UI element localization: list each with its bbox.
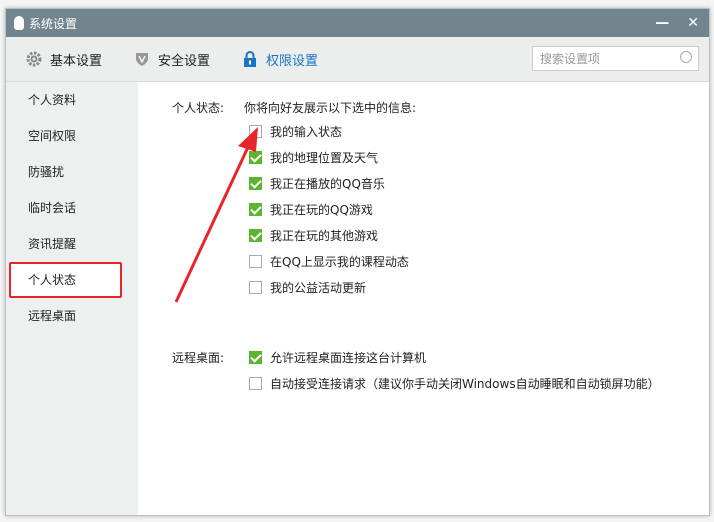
sidebar: 个人资料 空间权限 防骚扰 临时会话 资讯提醒 个人状态 远程桌面 — [6, 82, 138, 515]
gear-icon — [26, 51, 42, 67]
window-title: 系统设置 — [29, 16, 78, 31]
checkbox-option[interactable]: 我的地理位置及天气 — [249, 149, 378, 166]
shield-icon — [134, 51, 150, 67]
tab-basic-settings[interactable]: 基本设置 — [26, 50, 102, 69]
checkbox-option[interactable]: 我正在播放的QQ音乐 — [249, 175, 385, 192]
checkbox-option[interactable]: 我的公益活动更新 — [249, 279, 366, 296]
checkbox-checked-icon[interactable] — [249, 151, 262, 164]
lock-icon — [242, 51, 258, 67]
search-icon[interactable] — [680, 51, 692, 63]
tab-label: 权限设置 — [266, 53, 319, 69]
checkbox-label: 我的输入状态 — [270, 125, 343, 139]
settings-window: 系统设置 — ✕ 基本设置 安全设置 权限设置 搜索设置项 个人资料 空间权限 … — [5, 8, 710, 516]
checkbox-label: 自动接受连接请求（建议你手动关闭Windows自动睡眠和自动锁屏功能） — [270, 377, 660, 391]
tab-security-settings[interactable]: 安全设置 — [134, 50, 210, 69]
tab-label: 基本设置 — [50, 53, 103, 69]
close-button[interactable]: ✕ — [687, 15, 699, 31]
sidebar-item-profile[interactable]: 个人资料 — [6, 82, 138, 118]
checkbox-option[interactable]: 我正在玩的其他游戏 — [249, 227, 378, 244]
title-bar: 系统设置 — ✕ — [6, 9, 709, 37]
checkbox-option[interactable]: 允许远程桌面连接这台计算机 — [249, 349, 426, 366]
checkbox-unchecked-icon[interactable] — [249, 125, 262, 138]
minimize-button[interactable]: — — [655, 15, 669, 31]
checkbox-unchecked-icon[interactable] — [249, 377, 262, 390]
checkbox-label: 我正在播放的QQ音乐 — [270, 177, 385, 191]
checkbox-option[interactable]: 在QQ上显示我的课程动态 — [249, 253, 409, 270]
checkbox-checked-icon[interactable] — [249, 351, 262, 364]
qq-logo-icon — [14, 16, 24, 30]
sidebar-item-space-permission[interactable]: 空间权限 — [6, 118, 138, 154]
status-intro: 你将向好友展示以下选中的信息: — [244, 101, 417, 115]
checkbox-checked-icon[interactable] — [249, 177, 262, 190]
checkbox-label: 允许远程桌面连接这台计算机 — [270, 351, 427, 365]
checkbox-label: 我正在玩的QQ游戏 — [270, 203, 373, 217]
content-panel: 个人状态: 你将向好友展示以下选中的信息: 我的输入状态我的地理位置及天气 我正在… — [138, 82, 709, 515]
checkbox-unchecked-icon[interactable] — [249, 255, 262, 268]
checkbox-label: 我的地理位置及天气 — [270, 151, 379, 165]
checkbox-label: 我的公益活动更新 — [270, 281, 367, 295]
tab-label: 安全设置 — [158, 53, 211, 69]
remote-section-label: 远程桌面: — [172, 351, 225, 365]
tab-permission-settings[interactable]: 权限设置 — [242, 50, 318, 69]
sidebar-item-anti-harassment[interactable]: 防骚扰 — [6, 154, 138, 190]
sidebar-item-news-alert[interactable]: 资讯提醒 — [6, 226, 138, 262]
search-input[interactable]: 搜索设置项 — [532, 46, 699, 71]
checkbox-checked-icon[interactable] — [249, 229, 262, 242]
toolbar: 基本设置 安全设置 权限设置 搜索设置项 — [6, 37, 709, 82]
sidebar-item-remote-desktop[interactable]: 远程桌面 — [6, 298, 138, 334]
status-section-label: 个人状态: — [172, 101, 225, 115]
checkbox-option[interactable]: 我正在玩的QQ游戏 — [249, 201, 373, 218]
search-placeholder: 搜索设置项 — [540, 52, 601, 66]
checkbox-label: 在QQ上显示我的课程动态 — [270, 255, 409, 269]
checkbox-unchecked-icon[interactable] — [249, 281, 262, 294]
checkbox-checked-icon[interactable] — [249, 203, 262, 216]
sidebar-item-personal-status[interactable]: 个人状态 — [9, 262, 122, 298]
sidebar-item-temp-session[interactable]: 临时会话 — [6, 190, 138, 226]
checkbox-option[interactable]: 自动接受连接请求（建议你手动关闭Windows自动睡眠和自动锁屏功能） — [249, 375, 660, 392]
checkbox-option[interactable]: 我的输入状态 — [249, 123, 342, 140]
checkbox-label: 我正在玩的其他游戏 — [270, 229, 379, 243]
